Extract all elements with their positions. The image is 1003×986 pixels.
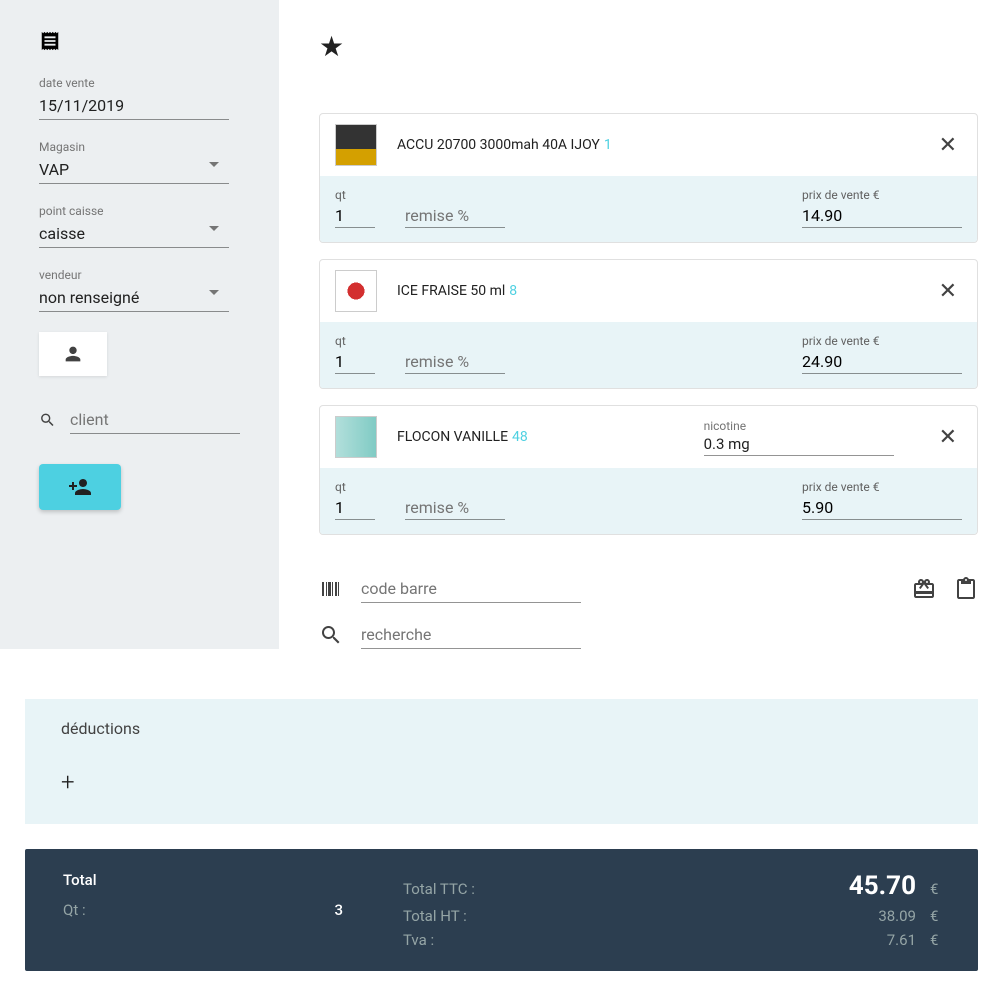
nicotine-label: nicotine (704, 419, 894, 433)
seller-select[interactable]: non renseigné (39, 284, 229, 312)
price-input[interactable] (802, 496, 962, 520)
remove-item-button[interactable]: ✕ (934, 425, 962, 450)
qt-input[interactable] (335, 204, 375, 228)
client-button[interactable] (39, 332, 107, 376)
ht-value: 38.09 (856, 907, 916, 925)
qt-value: 3 (334, 901, 343, 919)
qt-input[interactable] (335, 350, 375, 374)
star-icon[interactable]: ★ (319, 30, 978, 63)
remove-item-button[interactable]: ✕ (934, 279, 962, 304)
product-image (335, 416, 377, 458)
price-input[interactable] (802, 350, 962, 374)
line-item: ICE FRAISE 50 ml8 ✕ qt remise % prix de … (319, 259, 978, 389)
gift-card-icon[interactable] (912, 577, 936, 601)
barcode-input[interactable] (361, 575, 581, 603)
qt-input[interactable] (335, 496, 375, 520)
remise-input[interactable]: remise % (405, 350, 505, 374)
qt-label: qt (335, 334, 375, 348)
product-image (335, 270, 377, 312)
seller-label: vendeur (39, 268, 240, 282)
add-deduction-button[interactable]: + (61, 768, 942, 796)
currency: € (930, 907, 940, 925)
chevron-down-icon (209, 290, 219, 295)
date-label: date vente (39, 76, 240, 90)
price-label: prix de vente € (802, 188, 962, 202)
remise-input[interactable]: remise % (405, 496, 505, 520)
qt-label: qt (335, 480, 375, 494)
main-content: ★ ACCU 20700 3000mah 40A IJOY1 ✕ qt remi… (279, 0, 1003, 649)
search-icon (39, 409, 56, 431)
qt-label: qt (335, 188, 375, 202)
price-input[interactable] (802, 204, 962, 228)
total-label: Total (63, 871, 97, 889)
nicotine-select[interactable]: 0.3 mg (704, 433, 894, 456)
currency: € (930, 880, 940, 898)
stock-badge: 48 (512, 429, 528, 445)
client-search-input[interactable] (70, 406, 240, 434)
sidebar: date vente Magasin VAP point caisse cais… (0, 0, 279, 649)
clipboard-icon[interactable] (954, 577, 978, 601)
product-image (335, 124, 377, 166)
person-add-icon (68, 475, 92, 499)
stock-badge: 8 (509, 283, 517, 299)
receipt-icon (39, 30, 61, 58)
add-client-button[interactable] (39, 464, 121, 510)
search-icon (319, 623, 343, 647)
stock-badge: 1 (604, 137, 612, 153)
ttc-value: 45.70 (849, 871, 916, 901)
remove-item-button[interactable]: ✕ (934, 133, 962, 158)
store-select[interactable]: VAP (39, 156, 229, 184)
chevron-down-icon (209, 226, 219, 231)
price-label: prix de vente € (802, 480, 962, 494)
product-name: ACCU 20700 3000mah 40A IJOY1 (397, 137, 914, 153)
store-label: Magasin (39, 140, 240, 154)
tva-value: 7.61 (856, 931, 916, 949)
barcode-icon (319, 577, 343, 601)
person-icon (62, 343, 84, 365)
chevron-down-icon (209, 162, 219, 167)
date-input[interactable] (39, 92, 229, 120)
deductions-panel: déductions + (25, 699, 978, 824)
remise-input[interactable]: remise % (405, 204, 505, 228)
product-name: FLOCON VANILLE48 (397, 429, 684, 445)
product-name: ICE FRAISE 50 ml8 (397, 283, 914, 299)
ht-label: Total HT : (403, 907, 467, 925)
deductions-title: déductions (61, 719, 942, 738)
line-item: FLOCON VANILLE48 nicotine 0.3 mg ✕ qt (319, 405, 978, 535)
qt-label: Qt : (63, 901, 86, 919)
ttc-label: Total TTC : (403, 880, 475, 898)
tva-label: Tva : (403, 931, 434, 949)
register-label: point caisse (39, 204, 240, 218)
price-label: prix de vente € (802, 334, 962, 348)
register-select[interactable]: caisse (39, 220, 229, 248)
product-search-input[interactable] (361, 621, 581, 649)
line-item: ACCU 20700 3000mah 40A IJOY1 ✕ qt remise… (319, 113, 978, 243)
currency: € (930, 931, 940, 949)
